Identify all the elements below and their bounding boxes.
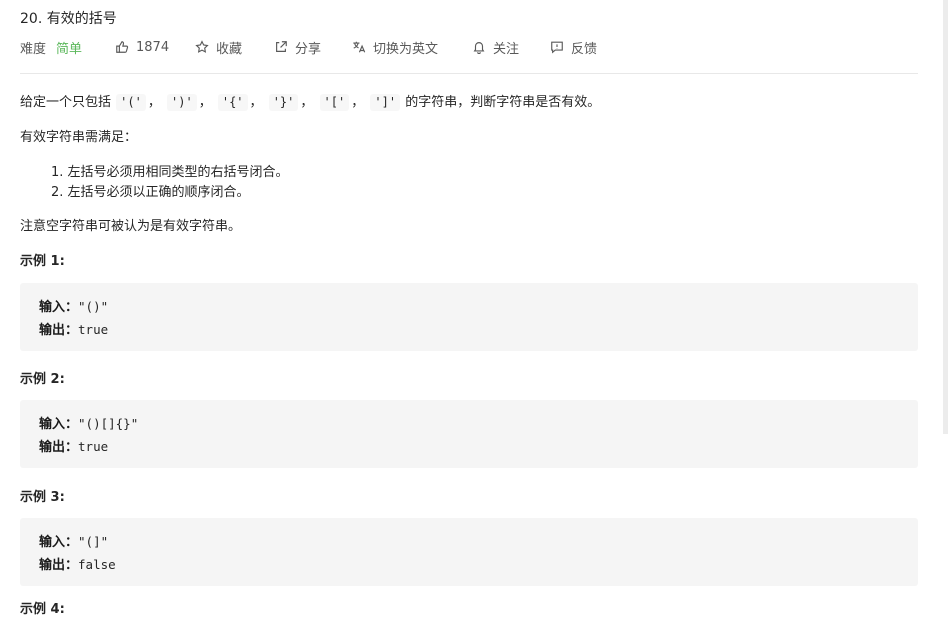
follow-label: 关注 bbox=[493, 41, 520, 57]
favorite-button[interactable]: 收藏 bbox=[195, 38, 243, 57]
requirements-text: 有效字符串需满足： bbox=[20, 130, 138, 145]
output-value: true bbox=[78, 439, 109, 454]
note-text: 注意空字符串可被认为是有效字符串。 bbox=[20, 219, 242, 234]
feedback-button[interactable]: 反馈 bbox=[550, 38, 598, 57]
output-value: false bbox=[78, 557, 116, 572]
example-input: 输入："()" bbox=[39, 296, 108, 315]
rule-item: 1. 左括号必须用相同类型的右括号闭合。 bbox=[51, 165, 289, 180]
inline-code: ']' bbox=[370, 94, 401, 111]
example-heading-partial: 示例 4: bbox=[20, 602, 65, 617]
bell-icon bbox=[473, 42, 485, 54]
share-label: 分享 bbox=[295, 41, 322, 57]
intro-separator: ， bbox=[198, 95, 212, 110]
rule-item: 2. 左括号必须以正确的顺序闭合。 bbox=[51, 185, 250, 200]
input-label: 输入： bbox=[39, 300, 79, 315]
inline-code: '}' bbox=[268, 94, 299, 111]
scrollbar[interactable] bbox=[943, 0, 948, 434]
problem-title: 20. 有效的括号 bbox=[20, 11, 117, 27]
intro-suffix: 的字符串，判断字符串是否有效。 bbox=[405, 95, 601, 110]
example-heading: 示例 2: bbox=[20, 372, 65, 387]
thumbs-up-icon bbox=[116, 41, 129, 53]
intro-prefix: 给定一个只包括 bbox=[20, 95, 112, 110]
like-count: 1874 bbox=[136, 39, 170, 55]
difficulty-label: 难度 bbox=[20, 41, 47, 57]
inline-code: '(' bbox=[116, 94, 146, 111]
inline-code: '[' bbox=[319, 94, 350, 111]
example-heading: 示例 3: bbox=[20, 490, 65, 505]
problem-intro: 给定一个只包括 '('， ')'， '{'， '}'， '['， ']' 的字符… bbox=[20, 91, 600, 111]
switch-language-label: 切换为英文 bbox=[373, 41, 439, 57]
example-output: 输出：true bbox=[39, 436, 108, 455]
output-value: true bbox=[78, 322, 109, 337]
feedback-icon bbox=[551, 41, 563, 54]
output-label: 输出： bbox=[39, 323, 79, 338]
difficulty: 难度 简单 bbox=[20, 38, 83, 57]
example-block: 输入："()[]{}" 输出：true bbox=[20, 400, 918, 468]
output-label: 输出： bbox=[39, 558, 79, 573]
star-icon bbox=[195, 40, 209, 53]
intro-separator: ， bbox=[300, 95, 314, 110]
intro-separator: ， bbox=[249, 95, 263, 110]
example-input: 输入："()[]{}" bbox=[39, 413, 138, 432]
example-output: 输出：false bbox=[39, 554, 116, 573]
input-value: "()" bbox=[78, 299, 109, 314]
difficulty-value: 简单 bbox=[56, 41, 83, 57]
feedback-label: 反馈 bbox=[571, 41, 598, 57]
output-label: 输出： bbox=[39, 440, 79, 455]
share-button[interactable]: 分享 bbox=[274, 38, 322, 57]
input-label: 输入： bbox=[39, 417, 79, 432]
inline-code: '{' bbox=[217, 94, 248, 111]
inline-code: ')' bbox=[167, 94, 197, 111]
share-icon bbox=[276, 41, 287, 52]
intro-separator: ， bbox=[351, 95, 365, 110]
example-block: 输入："(]" 输出：false bbox=[20, 518, 918, 586]
favorite-label: 收藏 bbox=[216, 41, 243, 57]
switch-language-button[interactable]: 切换为英文 bbox=[352, 38, 439, 57]
translate-icon bbox=[353, 41, 366, 53]
follow-button[interactable]: 关注 bbox=[472, 38, 520, 57]
example-output: 输出：true bbox=[39, 319, 108, 338]
input-value: "(]" bbox=[78, 534, 109, 549]
like-button[interactable]: 1874 bbox=[115, 38, 169, 56]
input-value: "()[]{}" bbox=[78, 416, 139, 431]
example-input: 输入："(]" bbox=[39, 531, 108, 550]
intro-separator: ， bbox=[147, 95, 161, 110]
divider bbox=[20, 73, 918, 74]
example-heading: 示例 1: bbox=[20, 254, 65, 269]
example-block: 输入："()" 输出：true bbox=[20, 283, 918, 351]
input-label: 输入： bbox=[39, 535, 79, 550]
